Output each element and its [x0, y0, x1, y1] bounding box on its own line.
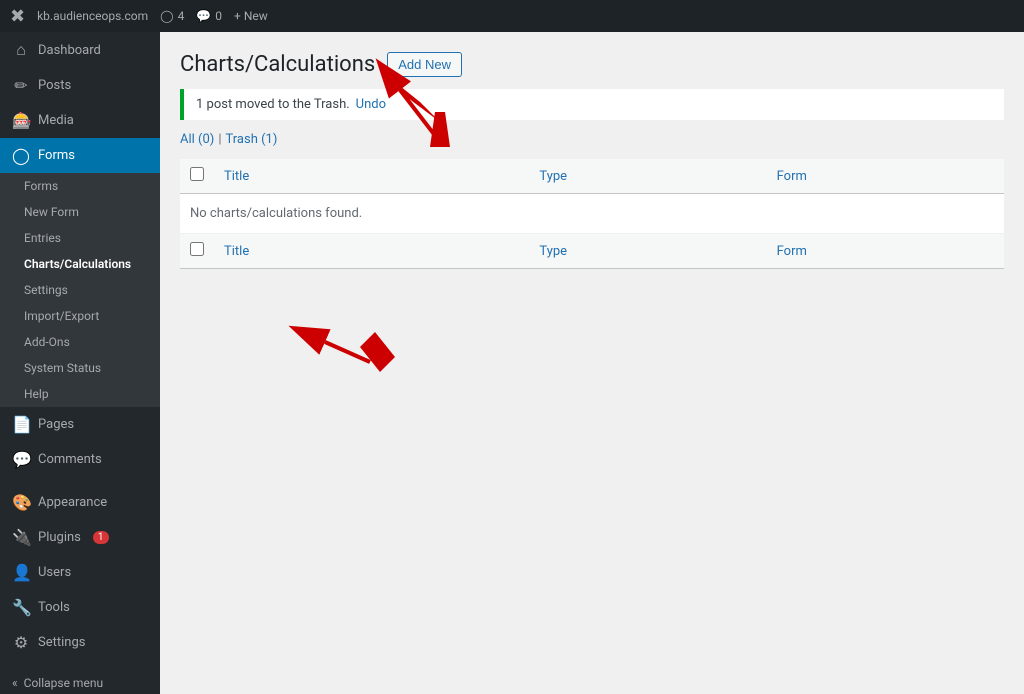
submenu-settings[interactable]: Settings — [0, 277, 160, 303]
table-footer-check — [180, 234, 214, 269]
settings-icon: ⚙ — [12, 633, 30, 652]
site-name[interactable]: kb.audienceops.com — [37, 9, 148, 23]
sidebar-item-appearance[interactable]: 🎨 Appearance — [0, 485, 160, 520]
table-header-check — [180, 159, 214, 194]
table-footer-type: Type — [529, 234, 766, 269]
submenu-help[interactable]: Help — [0, 381, 160, 407]
sidebar-item-label: Plugins — [38, 530, 81, 545]
sidebar-item-label: Posts — [38, 78, 71, 93]
dashboard-icon: ⌂ — [12, 40, 30, 60]
sidebar-item-tools[interactable]: 🔧 Tools — [0, 590, 160, 625]
main-content: Charts/Calculations Add New 1 post moved… — [160, 32, 1024, 289]
table-footer-row: Title Type Form — [180, 234, 1004, 269]
wp-logo-icon: ✖ — [10, 6, 25, 27]
submenu-entries[interactable]: Entries — [0, 225, 160, 251]
sidebar-item-forms[interactable]: ◯ Forms — [0, 138, 160, 173]
sidebar-item-label: Forms — [38, 148, 75, 163]
notice-success: 1 post moved to the Trash. Undo — [180, 89, 1004, 120]
filter-trash-link[interactable]: Trash (1) — [226, 132, 278, 147]
no-items-cell: No charts/calculations found. — [180, 194, 1004, 234]
submenu-import-export[interactable]: Import/Export — [0, 303, 160, 329]
submenu-add-ons[interactable]: Add-Ons — [0, 329, 160, 355]
undo-link[interactable]: Undo — [356, 97, 386, 112]
charts-table: Title Type Form No charts/calculations f… — [180, 159, 1004, 269]
submenu-new-form[interactable]: New Form — [0, 199, 160, 225]
sidebar-item-label: Settings — [38, 635, 85, 650]
submenu-system-status[interactable]: System Status — [0, 355, 160, 381]
sidebar-item-comments[interactable]: 💬 Comments — [0, 442, 160, 477]
forms-submenu: Forms New Form Entries Charts/Calculatio… — [0, 173, 160, 407]
forms-icon: ◯ — [12, 146, 30, 165]
table-header-title[interactable]: Title — [214, 159, 529, 194]
collapse-icon: « — [12, 676, 18, 690]
sidebar-item-users[interactable]: 👤 Users — [0, 555, 160, 590]
add-new-button[interactable]: Add New — [387, 52, 462, 77]
sidebar-item-label: Pages — [38, 417, 74, 432]
sidebar-item-plugins[interactable]: 🔌 Plugins 1 — [0, 520, 160, 555]
notice-text: 1 post moved to the Trash. — [196, 97, 350, 112]
filter-all-link[interactable]: All (0) — [180, 132, 214, 147]
sidebar-item-label: Users — [38, 565, 71, 580]
filter-separator: | — [218, 132, 221, 147]
plugins-icon: 🔌 — [12, 528, 30, 547]
collapse-label: Collapse menu — [24, 676, 103, 690]
submenu-charts-calculations[interactable]: Charts/Calculations — [0, 251, 160, 277]
updates-count-item[interactable]: ◯ 4 — [160, 9, 184, 23]
updates-icon: ◯ — [160, 9, 173, 23]
comments-icon: 💬 — [196, 9, 211, 23]
sidebar-item-label: Media — [38, 113, 74, 128]
pages-icon: 📄 — [12, 415, 30, 434]
collapse-menu-button[interactable]: « Collapse menu — [0, 668, 160, 694]
sidebar-item-label: Appearance — [38, 495, 107, 510]
table-header-row: Title Type Form — [180, 159, 1004, 194]
new-item[interactable]: + New — [234, 9, 268, 23]
comments-menu-icon: 💬 — [12, 450, 30, 469]
sidebar-item-settings[interactable]: ⚙ Settings — [0, 625, 160, 660]
table-header-type: Type — [529, 159, 766, 194]
table-footer-form: Form — [767, 234, 1004, 269]
sidebar-item-label: Tools — [38, 600, 70, 615]
table-footer-title[interactable]: Title — [214, 234, 529, 269]
tools-icon: 🔧 — [12, 598, 30, 617]
table-header-form: Form — [767, 159, 1004, 194]
comments-count-item[interactable]: 💬 0 — [196, 9, 222, 23]
comments-count: 0 — [215, 9, 222, 23]
sidebar-item-posts[interactable]: ✏ Posts — [0, 68, 160, 103]
select-all-checkbox[interactable] — [190, 167, 204, 181]
media-icon: 🎰 — [12, 111, 30, 130]
sidebar-item-dashboard[interactable]: ⌂ Dashboard — [0, 32, 160, 68]
sidebar-item-media[interactable]: 🎰 Media — [0, 103, 160, 138]
filter-links: All (0) | Trash (1) — [180, 132, 1004, 147]
page-title: Charts/Calculations — [180, 52, 375, 77]
posts-icon: ✏ — [12, 76, 30, 95]
users-icon: 👤 — [12, 563, 30, 582]
page-header: Charts/Calculations Add New — [180, 52, 1004, 77]
updates-count: 4 — [178, 9, 185, 23]
sidebar-item-pages[interactable]: 📄 Pages — [0, 407, 160, 442]
sidebar-item-label: Dashboard — [38, 43, 101, 58]
submenu-forms[interactable]: Forms — [0, 173, 160, 199]
sidebar-item-label: Comments — [38, 452, 102, 467]
appearance-icon: 🎨 — [12, 493, 30, 512]
table-no-items-row: No charts/calculations found. — [180, 194, 1004, 234]
plugins-badge: 1 — [93, 531, 109, 544]
select-all-footer-checkbox[interactable] — [190, 242, 204, 256]
